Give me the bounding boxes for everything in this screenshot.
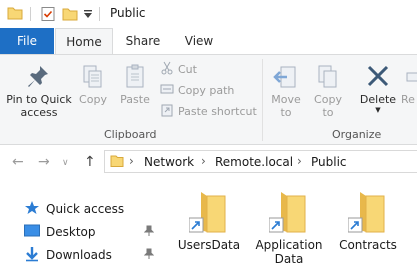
- move-to-label-line1: Move: [271, 93, 301, 106]
- pinned-icon: [143, 225, 155, 240]
- forward-arrow-icon[interactable]: →: [38, 154, 50, 170]
- tab-file[interactable]: File: [0, 28, 54, 54]
- paste-shortcut-button[interactable]: Paste shortcut: [160, 103, 257, 120]
- file-name: UsersData: [177, 238, 241, 252]
- shortcut-folder-icon: [188, 188, 229, 234]
- cut-label: Cut: [178, 63, 197, 76]
- delete-button[interactable]: Delete ▼: [356, 63, 400, 115]
- breadcrumb-separator-icon[interactable]: ›: [297, 154, 302, 168]
- pin-label-line1: Pin to Quick: [6, 93, 72, 106]
- title-bar: Public: [0, 0, 417, 28]
- copy-to-icon: [308, 63, 348, 93]
- breadcrumb-separator-icon[interactable]: ›: [201, 154, 206, 168]
- file-item-application-data[interactable]: Application Data: [248, 188, 330, 266]
- file-item-usersdata[interactable]: UsersData: [168, 188, 250, 252]
- nav-item-label: Quick access: [46, 202, 125, 216]
- file-name-line2: Data: [274, 252, 304, 266]
- rename-label: Re: [401, 93, 415, 106]
- star-icon: [24, 200, 40, 219]
- properties-icon[interactable]: [40, 6, 56, 25]
- paste-button[interactable]: Paste: [116, 63, 154, 106]
- nav-item-label: Desktop: [46, 225, 96, 239]
- pin-to-quick-access-button[interactable]: Pin to Quick access: [4, 63, 74, 119]
- pin-label-line2: access: [20, 106, 58, 119]
- move-to-icon: [266, 63, 306, 93]
- copy-button[interactable]: Copy: [76, 63, 110, 106]
- move-to-button[interactable]: Move to: [266, 63, 306, 119]
- window-title: Public: [110, 6, 146, 20]
- organize-group-label: Organize: [332, 128, 382, 141]
- copy-label: Copy: [79, 93, 107, 106]
- file-name-line1: Application: [255, 238, 323, 252]
- nav-item-quick-access[interactable]: Quick access: [24, 198, 158, 220]
- delete-label: Delete: [359, 93, 397, 106]
- navigation-pane: Quick access Desktop Downloads: [0, 190, 160, 272]
- copy-to-label-line1: Copy: [314, 93, 342, 106]
- ribbon: Pin to Quick access Copy Paste Cut Copy …: [0, 54, 417, 145]
- ribbon-tabs: File Home Share View: [0, 28, 417, 54]
- copy-to-button[interactable]: Copy to: [308, 63, 348, 119]
- desktop-icon: [24, 224, 40, 241]
- shortcut-folder-icon: [268, 188, 309, 234]
- folder-icon: [110, 154, 124, 171]
- address-bar[interactable]: › Network › Remote.local › Public: [104, 150, 417, 173]
- breadcrumb-network[interactable]: Network: [144, 155, 194, 169]
- paste-label: Paste: [120, 93, 150, 106]
- recent-locations-dropdown-icon[interactable]: ∨: [62, 158, 69, 168]
- shortcut-folder-icon: [347, 188, 388, 234]
- paste-icon: [116, 63, 154, 93]
- paste-shortcut-label: Paste shortcut: [178, 105, 257, 118]
- pin-icon: [4, 63, 74, 93]
- pinned-icon: [143, 248, 155, 263]
- nav-item-desktop[interactable]: Desktop: [24, 221, 158, 243]
- breadcrumb-remote-local[interactable]: Remote.local: [215, 155, 293, 169]
- file-name: Contracts: [339, 238, 397, 252]
- tab-share[interactable]: Share: [118, 28, 168, 54]
- clipboard-group-label: Clipboard: [104, 128, 157, 141]
- copy-path-label: Copy path: [178, 84, 235, 97]
- copy-path-button[interactable]: Copy path: [160, 82, 234, 99]
- move-to-label-line2: to: [280, 106, 292, 119]
- group-separator: [262, 59, 263, 141]
- breadcrumb-separator-icon[interactable]: ›: [129, 154, 134, 168]
- delete-icon: [356, 63, 400, 93]
- breadcrumb-public[interactable]: Public: [311, 155, 347, 169]
- new-folder-icon[interactable]: [62, 6, 78, 25]
- nav-item-downloads[interactable]: Downloads: [24, 244, 158, 266]
- copy-path-icon: [160, 82, 174, 99]
- back-arrow-icon[interactable]: ←: [12, 154, 24, 170]
- tab-view[interactable]: View: [176, 28, 222, 54]
- paste-shortcut-icon: [160, 103, 174, 120]
- chevron-down-icon: ▼: [375, 106, 381, 114]
- download-icon: [24, 246, 40, 265]
- folder-icon: [7, 6, 23, 23]
- rename-icon: [401, 63, 417, 93]
- toolbar-separator: [30, 7, 31, 21]
- file-item-contracts[interactable]: Contracts: [327, 188, 409, 252]
- customize-dropdown-icon[interactable]: [83, 8, 93, 23]
- copy-to-label-line2: to: [322, 106, 334, 119]
- navigation-bar: ← → ∨ ↑ › Network › Remote.local › Publi…: [0, 146, 417, 178]
- scissors-icon: [160, 61, 174, 78]
- toolbar-separator: [99, 7, 100, 21]
- tab-home[interactable]: Home: [55, 28, 113, 54]
- up-arrow-icon[interactable]: ↑: [84, 154, 96, 170]
- rename-button[interactable]: Re: [401, 63, 417, 106]
- cut-button[interactable]: Cut: [160, 61, 197, 78]
- copy-icon: [76, 63, 110, 93]
- nav-item-label: Downloads: [46, 248, 112, 262]
